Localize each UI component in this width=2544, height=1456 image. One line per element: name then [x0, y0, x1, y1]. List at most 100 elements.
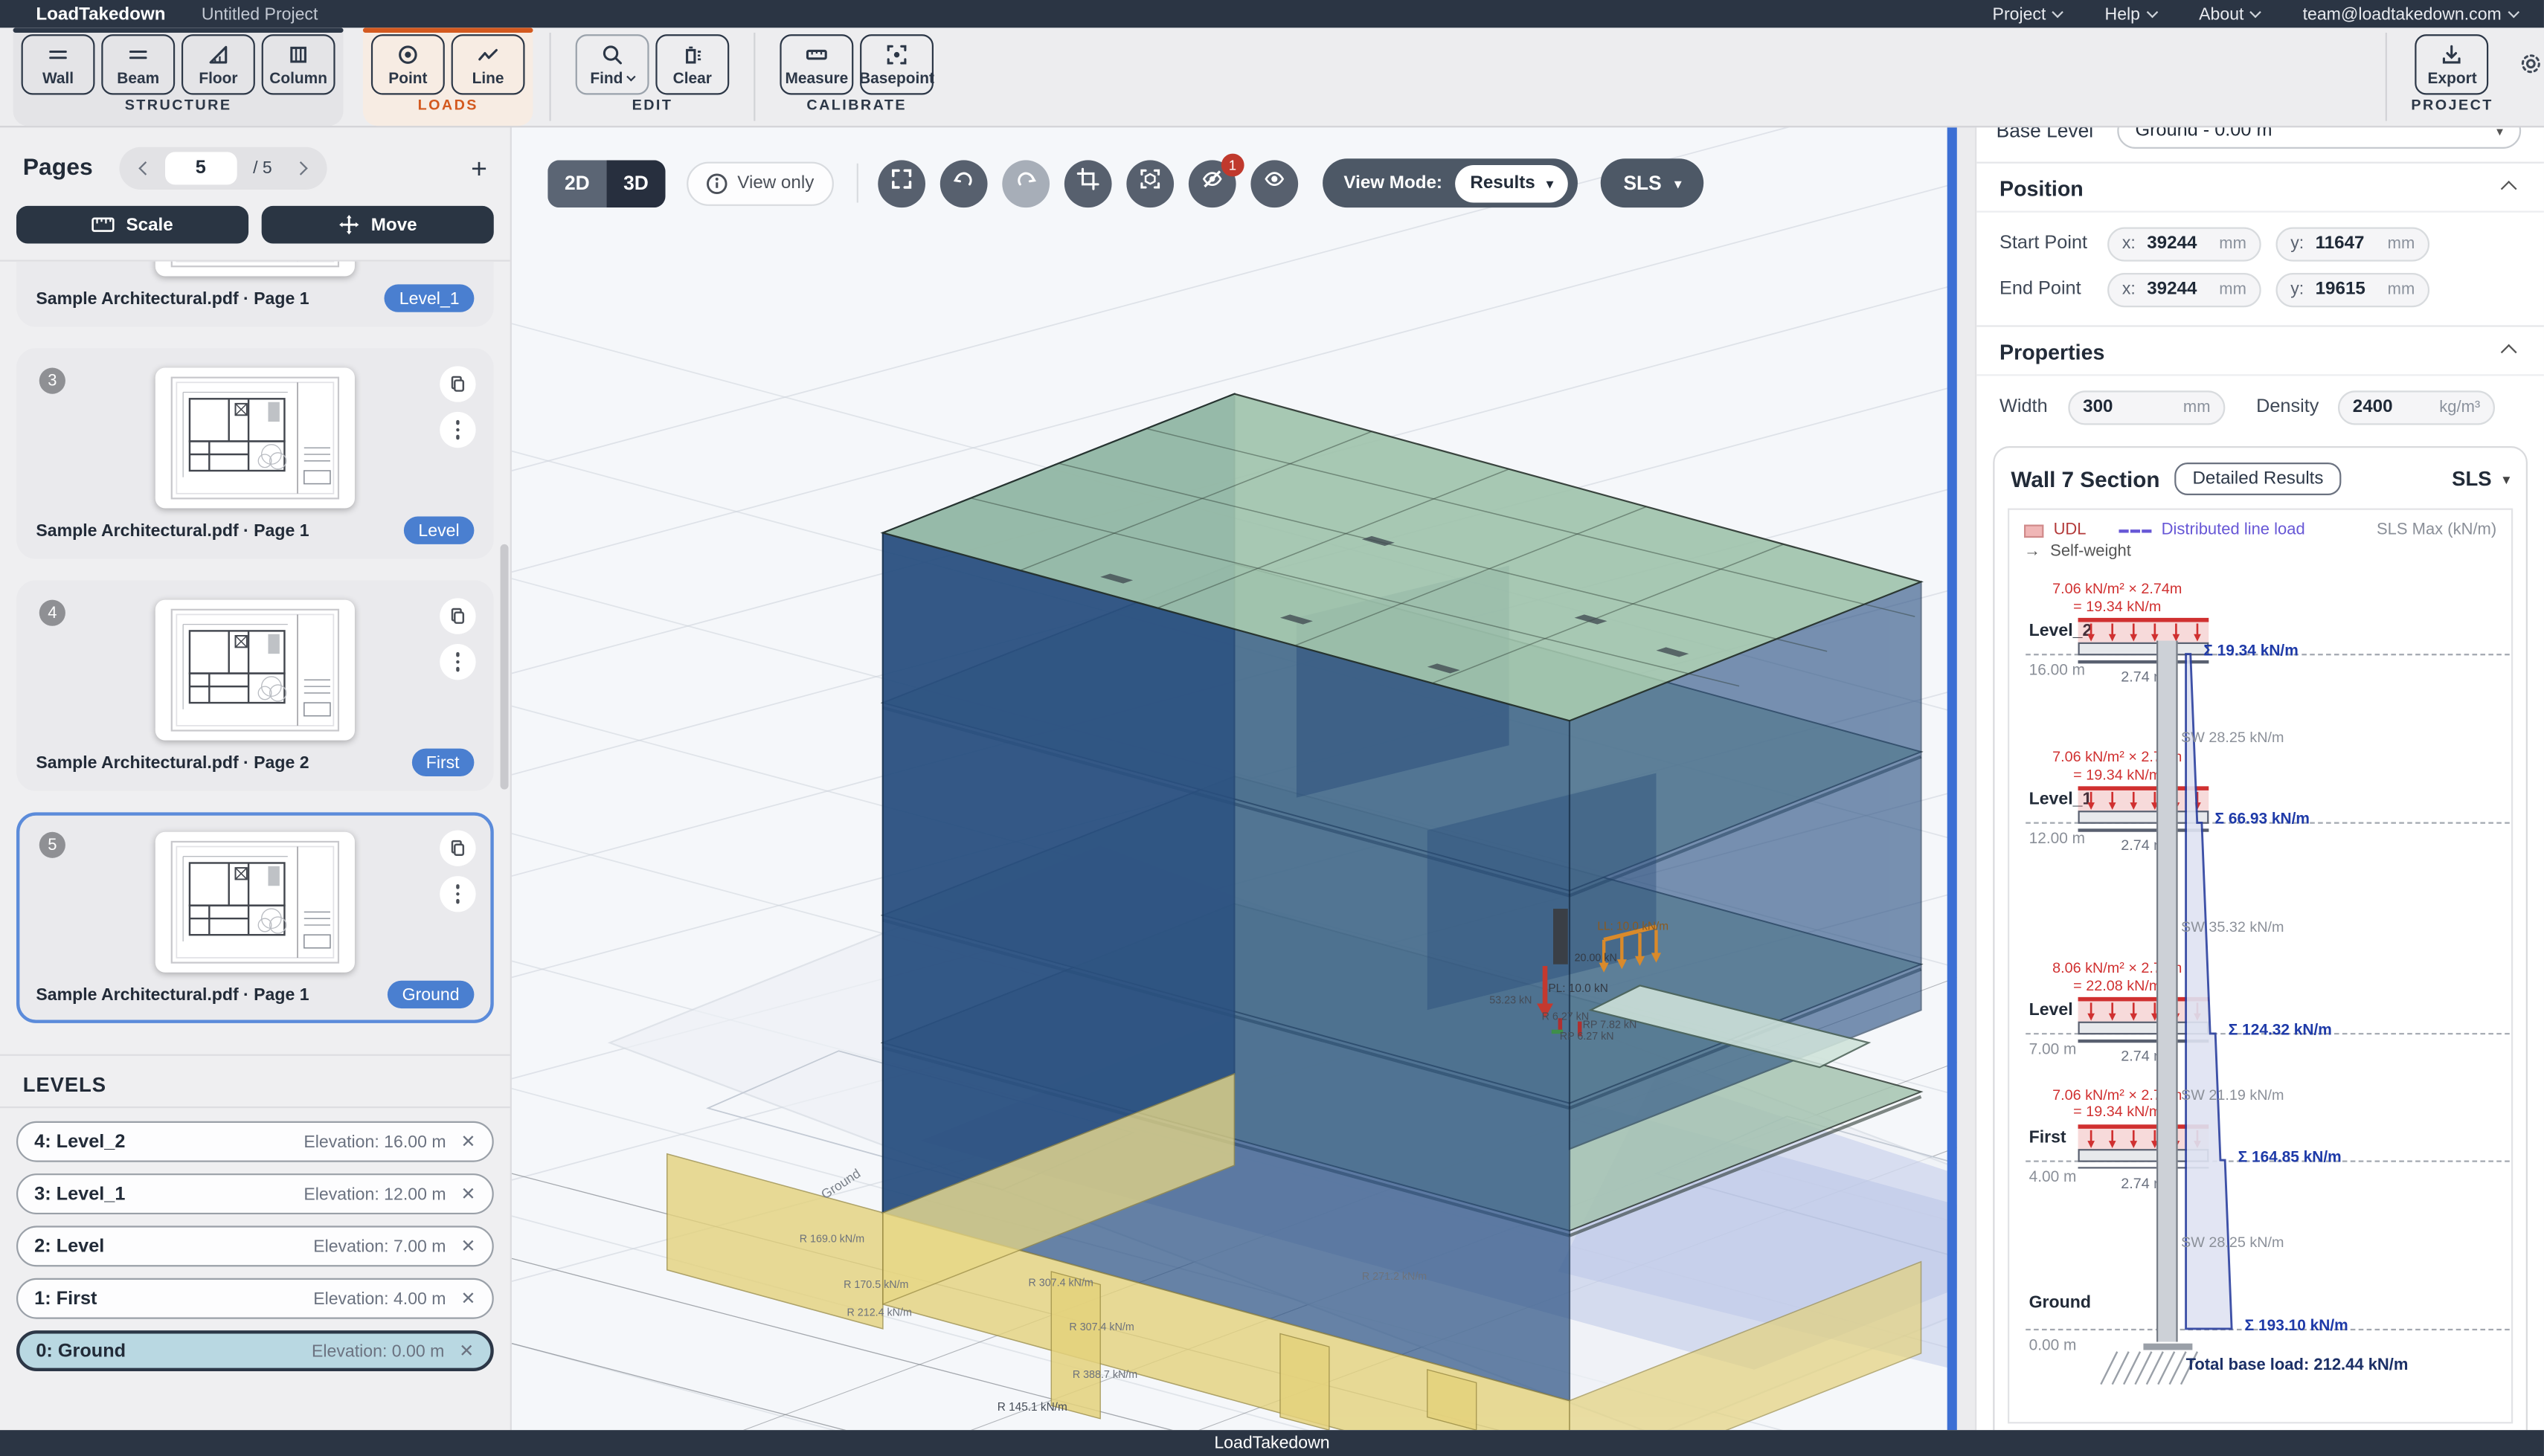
page-card-4[interactable]: 4 Sample Architectural.pdf · Page 2 Firs…: [16, 580, 494, 791]
position-section-header[interactable]: Position: [1976, 164, 2544, 204]
view-only-badge[interactable]: View only: [687, 161, 834, 204]
end-x-input[interactable]: x:39244mm: [2107, 272, 2261, 306]
page-card-3[interactable]: 3 Sample Architectural.pdf · Page 1 Leve…: [16, 348, 494, 559]
section-load-case-select[interactable]: SLS▾: [2452, 468, 2510, 491]
move-button[interactable]: Move: [262, 206, 494, 244]
density-input[interactable]: 2400kg/m³: [2338, 390, 2495, 424]
toggle-2d[interactable]: 2D: [547, 159, 606, 207]
scale-button[interactable]: Scale: [16, 206, 248, 244]
info-icon: [706, 173, 727, 194]
line-button[interactable]: Line: [452, 34, 525, 94]
measure-button[interactable]: Measure: [780, 34, 853, 94]
redo-button[interactable]: [1002, 159, 1050, 207]
undo-button[interactable]: [940, 159, 988, 207]
chevron-down-icon: ▾: [2496, 127, 2503, 138]
page-menu-button[interactable]: [440, 412, 475, 448]
detailed-results-button[interactable]: Detailed Results: [2174, 463, 2341, 495]
menu-project[interactable]: Project: [1993, 4, 2063, 23]
start-x-input[interactable]: x:39244mm: [2107, 226, 2261, 260]
base-level-select[interactable]: Ground - 0.00 m▾: [2117, 127, 2521, 149]
level-tag-badge[interactable]: First: [411, 749, 474, 776]
menu-help[interactable]: Help: [2105, 4, 2156, 23]
settings-gear-icon[interactable]: [2518, 50, 2544, 84]
page-card-list: Sample Architectural.pdf · Page 1 Level_…: [0, 262, 510, 1045]
building-3d-view[interactable]: [512, 127, 1957, 1430]
menu-team-loadtakedown-com[interactable]: team@loadtakedown.com: [2303, 4, 2518, 23]
view-mode-select[interactable]: Results▾: [1456, 164, 1568, 202]
model-annotation: LL: 10.0 kN/m: [1597, 922, 1668, 933]
column-button[interactable]: Column: [262, 34, 335, 94]
model-annotation: RP 7.82 kN: [1583, 1019, 1637, 1031]
properties-section-header[interactable]: Properties: [1976, 327, 2544, 368]
eye-icon: [1262, 167, 1287, 199]
width-input[interactable]: 300mm: [2068, 390, 2225, 424]
level-row-level_1[interactable]: 3: Level_1Elevation: 12.00 m✕: [16, 1173, 494, 1214]
cumulative-load-label: Σ 19.34 kN/m: [2203, 642, 2298, 660]
page-filename: Sample Architectural.pdf · Page 1: [36, 289, 309, 308]
column-icon: [286, 42, 311, 66]
total-base-load: Total base load: 212.44 kN/m: [2186, 1356, 2409, 1374]
page-thumbnail[interactable]: [155, 262, 355, 277]
basepoint-button[interactable]: Basepoint: [860, 34, 934, 94]
wall-button[interactable]: Wall: [22, 34, 95, 94]
level-tag-badge[interactable]: Ground: [388, 981, 475, 1008]
level-row-first[interactable]: 1: FirstElevation: 4.00 m✕: [16, 1278, 494, 1319]
level-row-ground[interactable]: 0: GroundElevation: 0.00 m✕: [16, 1330, 494, 1371]
page-thumbnail[interactable]: [155, 600, 355, 741]
delete-level-button[interactable]: ✕: [460, 1183, 475, 1205]
start-y-input[interactable]: y:11647mm: [2275, 226, 2429, 260]
delete-level-button[interactable]: ✕: [459, 1340, 474, 1362]
level-row-level_2[interactable]: 4: Level_2Elevation: 16.00 m✕: [16, 1121, 494, 1162]
find-button[interactable]: Find: [576, 34, 649, 94]
floor-icon: [206, 42, 231, 66]
level-tag-badge[interactable]: Level_1: [385, 284, 474, 312]
page-menu-button[interactable]: [440, 644, 475, 680]
delete-level-button[interactable]: ✕: [460, 1288, 475, 1310]
2d-3d-toggle[interactable]: 2D 3D: [547, 159, 665, 207]
group-label-edit: EDIT: [632, 97, 673, 113]
project-title[interactable]: Untitled Project: [202, 4, 318, 23]
level-row-level[interactable]: 2: LevelElevation: 7.00 m✕: [16, 1225, 494, 1266]
page-thumbnail[interactable]: [155, 368, 355, 509]
point-button[interactable]: Point: [371, 34, 445, 94]
top-menu: Project Help About team@loadtakedown.com: [1993, 4, 2518, 23]
page-number-input[interactable]: 5: [164, 152, 237, 184]
duplicate-page-button[interactable]: [440, 366, 475, 402]
delete-level-button[interactable]: ✕: [460, 1131, 475, 1153]
hidden-count-badge: 1: [1221, 153, 1244, 176]
clear-button[interactable]: Clear: [655, 34, 729, 94]
isolate-button[interactable]: [1126, 159, 1174, 207]
hidden-items-button[interactable]: 1: [1189, 159, 1236, 207]
page-thumbnail[interactable]: [155, 832, 355, 973]
export-button[interactable]: Export: [2415, 34, 2489, 94]
page-card[interactable]: Sample Architectural.pdf · Page 1 Level_…: [16, 262, 494, 327]
next-page-button[interactable]: [289, 154, 318, 184]
page-menu-button[interactable]: [440, 876, 475, 912]
crop-button[interactable]: [1064, 159, 1112, 207]
visibility-button[interactable]: [1250, 159, 1298, 207]
fullscreen-button[interactable]: [878, 159, 925, 207]
cumulative-load-polygon: [2023, 569, 2523, 1416]
toggle-3d[interactable]: 3D: [606, 159, 665, 207]
floor-button[interactable]: Floor: [182, 34, 255, 94]
end-y-input[interactable]: y:19615mm: [2275, 272, 2429, 306]
chevron-down-icon: [2508, 6, 2520, 18]
panel-resize-handle[interactable]: [1947, 127, 1957, 1430]
duplicate-page-button[interactable]: [440, 598, 475, 634]
load-case-select[interactable]: SLS▾: [1601, 158, 1704, 207]
level-tag-badge[interactable]: Level: [404, 517, 475, 544]
group-label-structure: STRUCTURE: [125, 97, 232, 113]
page-card-5[interactable]: 5 Sample Architectural.pdf · Page 1 Grou…: [16, 812, 494, 1023]
level-elevation: Elevation: 0.00 m: [312, 1341, 444, 1360]
delete-level-button[interactable]: ✕: [460, 1236, 475, 1257]
beam-button[interactable]: Beam: [101, 34, 175, 94]
menu-about[interactable]: About: [2199, 4, 2260, 23]
duplicate-page-button[interactable]: [440, 831, 475, 866]
sidebar-scrollbar[interactable]: [501, 544, 509, 790]
page-filename: Sample Architectural.pdf · Page 1: [36, 985, 309, 1004]
end-point-row: End Point x:39244mm y:19615mm: [1976, 266, 2544, 312]
model-canvas[interactable]: LL: 10.0 kN/mPL: 10.0 kN20.00 kNR 6.27 k…: [512, 127, 1957, 1430]
model-annotation: R 307.4 kN/m: [1028, 1278, 1093, 1289]
add-page-button[interactable]: +: [471, 155, 487, 182]
prev-page-button[interactable]: [129, 154, 158, 184]
